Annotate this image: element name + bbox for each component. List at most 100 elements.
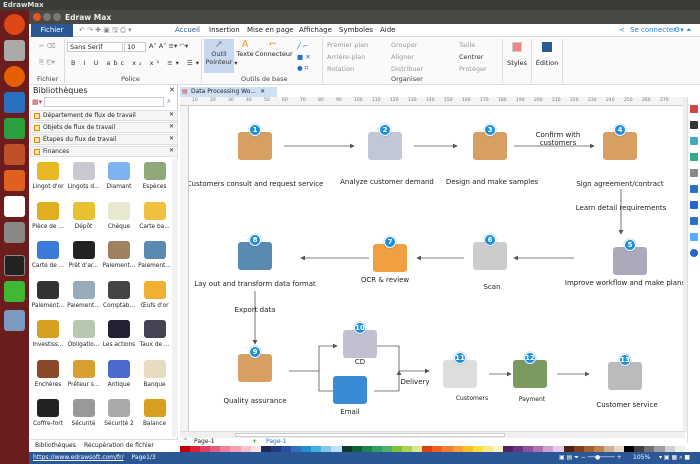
library-search-input[interactable] (44, 97, 164, 107)
distribute-button[interactable]: Distribuer (391, 65, 423, 73)
step-illustration-icon[interactable] (343, 330, 377, 358)
connect-link[interactable]: Se connecter (630, 26, 676, 34)
connector-tool-button[interactable]: ⌐ Connecteur (255, 39, 293, 58)
styles-button[interactable]: Styles (507, 42, 527, 67)
library-shape[interactable]: Balance (137, 396, 173, 436)
copy-icon[interactable]: ⎘ ⎗▾ (39, 58, 55, 67)
tab-affichage[interactable]: Affichage (299, 26, 332, 34)
send-back-button[interactable]: Arrière-plan (327, 53, 365, 61)
step-illustration-icon[interactable] (603, 132, 637, 160)
cut-icon[interactable]: ✂ ⌫ (39, 42, 56, 50)
library-shape[interactable]: Carte de ... (30, 238, 66, 278)
fit-icons[interactable]: ▾ ▣ ▦ ⌕ ■ (659, 454, 690, 462)
library-section[interactable]: Département de flux de travail ✕ (30, 110, 178, 121)
library-shape[interactable]: Comptab... (101, 278, 137, 318)
qt-icon[interactable] (4, 281, 25, 302)
library-shape[interactable]: Sécurité 2 (101, 396, 137, 436)
library-shape[interactable]: Investiss... (30, 317, 66, 357)
shadow-icon[interactable] (690, 137, 698, 145)
tab-accueil[interactable]: Accueil (175, 26, 200, 34)
comment-icon[interactable] (690, 233, 698, 241)
step-illustration-icon[interactable] (443, 360, 477, 388)
pointer-tool-button[interactable]: ➚ Outil Pointeur (204, 39, 234, 73)
edition-button[interactable]: Édition (535, 42, 559, 67)
protect-button[interactable]: Protéger (459, 65, 487, 73)
library-shape[interactable]: Diamant (101, 159, 137, 199)
tab-insertion[interactable]: Insertion (209, 26, 240, 34)
library-shape[interactable]: Chèque (101, 199, 137, 239)
library-shape[interactable]: Coffre-fort (30, 396, 66, 436)
edraw-icon[interactable] (4, 310, 25, 331)
tab-aide[interactable]: Aide (380, 26, 395, 34)
font-family-select[interactable]: Sans Serif (67, 42, 123, 52)
library-section[interactable]: Objets de flux de travail ✕ (30, 122, 178, 133)
zoom-level[interactable]: 105% (633, 454, 650, 461)
library-shape[interactable]: Espèces (137, 159, 173, 199)
email-icon[interactable] (333, 376, 367, 404)
hyperlink-icon[interactable] (690, 201, 698, 209)
font-grow-shrink-icons[interactable]: A˄ A˅ ≡▾ ◠▾ (149, 42, 188, 50)
tab-mise-en-page[interactable]: Mise en page (247, 26, 294, 34)
step-illustration-icon[interactable] (473, 132, 507, 160)
group-button[interactable]: Grouper (391, 41, 417, 49)
close-section-icon[interactable]: ✕ (169, 135, 174, 142)
library-shape[interactable]: Lingot d'or (30, 159, 66, 199)
library-shape[interactable]: Œufs d'or (137, 278, 173, 318)
library-shape[interactable]: Les actions (101, 317, 137, 357)
size-button[interactable]: Taille (459, 41, 475, 49)
search-icon[interactable]: ⌕ (167, 97, 171, 106)
active-page-tab[interactable]: Page-1 (266, 438, 287, 445)
library-shape[interactable]: Carte ba... (137, 199, 173, 239)
bring-front-button[interactable]: Premier plan (327, 41, 368, 49)
line-icon[interactable] (690, 121, 698, 129)
shape-tools-icons[interactable]: ╱ ⌐ ■ ✕ ● ⌗ (297, 41, 311, 74)
impress-icon[interactable] (4, 144, 25, 165)
step-illustration-icon[interactable] (238, 242, 272, 270)
scroll-thumb[interactable] (235, 433, 505, 437)
library-shape[interactable]: Obligatio... (66, 317, 102, 357)
library-shape[interactable]: Prêt d'ar... (66, 238, 102, 278)
library-shape[interactable]: Banque (137, 357, 173, 397)
step-illustration-icon[interactable] (608, 362, 642, 390)
data-icon[interactable] (690, 217, 698, 225)
close-section-icon[interactable]: ✕ (169, 111, 174, 118)
layers-icon[interactable] (690, 169, 698, 177)
step-illustration-icon[interactable] (368, 132, 402, 160)
fill-icon[interactable] (690, 105, 698, 113)
library-shape[interactable]: Paiement... (66, 278, 102, 318)
website-link[interactable]: https://www.edrawsoft.com/fr/ (33, 454, 124, 461)
image-icon[interactable] (690, 153, 698, 161)
step-illustration-icon[interactable] (513, 360, 547, 388)
file-menu[interactable]: Fichier (31, 24, 73, 37)
document-tab[interactable]: ▤ Data Processing Wo... ✕ (180, 87, 277, 97)
library-shape[interactable]: Paiement... (30, 278, 66, 318)
step-illustration-icon[interactable] (473, 242, 507, 270)
calc-icon[interactable] (4, 118, 25, 139)
share-icon[interactable]: < (619, 26, 625, 34)
drawing-canvas[interactable]: 1 Customers consult and request service 2 A… (189, 106, 683, 431)
settings-gear-icon[interactable]: ⚙▾ ⏶ (674, 26, 692, 35)
close-tab-icon[interactable]: ✕ (260, 88, 265, 95)
close-window-button[interactable] (33, 13, 41, 21)
library-shape[interactable]: Pièce de ... (30, 199, 66, 239)
page-selector[interactable]: Page-1 (194, 438, 215, 445)
center-button[interactable]: Centrer (459, 53, 483, 61)
close-library-icon[interactable]: ✕ (169, 86, 175, 94)
text-tool-button[interactable]: A Texte (235, 39, 255, 58)
collapse-icon[interactable]: ^ (183, 438, 188, 445)
align-button[interactable]: Aligner (391, 53, 414, 61)
library-shape[interactable]: Dépôt (66, 199, 102, 239)
firefox-icon[interactable] (4, 66, 25, 87)
library-shape[interactable]: Lingots d... (66, 159, 102, 199)
library-shape[interactable]: Enchères (30, 357, 66, 397)
amazon-icon[interactable] (4, 196, 25, 217)
library-shape[interactable]: Paiement... (137, 238, 173, 278)
software-center-icon[interactable] (4, 170, 25, 191)
settings-icon[interactable] (4, 222, 25, 243)
step-illustration-icon[interactable] (238, 132, 272, 160)
ubuntu-icon[interactable] (4, 14, 25, 35)
library-menu-icon[interactable]: ▦▾ (32, 98, 42, 106)
library-scrollbar[interactable] (172, 159, 178, 437)
tab-bibliotheques[interactable]: Bibliothèques (35, 442, 76, 449)
view-mode-icons[interactable]: ▣ ▤ ⏷ − ──●──── + (559, 454, 622, 462)
